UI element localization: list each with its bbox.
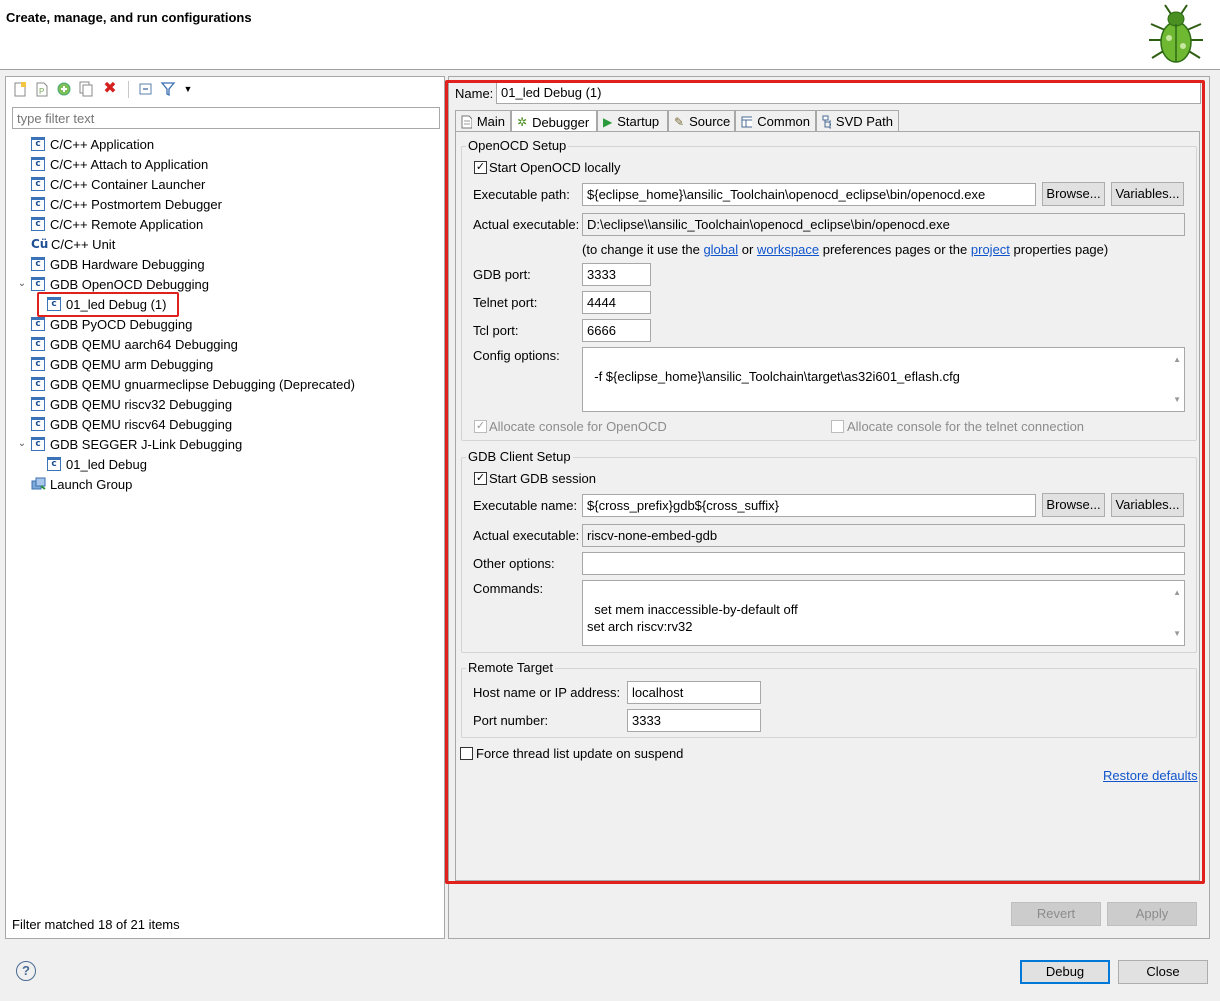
bug-icon (1149, 4, 1203, 63)
tree-item[interactable]: c GDB OpenOCD Debugging (31, 274, 209, 294)
tree-item[interactable]: c C/C++ Application (31, 134, 154, 154)
c-config-icon: c (31, 437, 45, 451)
tree-item[interactable]: c C/C++ Postmortem Debugger (31, 194, 222, 214)
tree-item[interactable]: Cü C/C++ Unit (31, 234, 115, 254)
tree-item-label: GDB QEMU riscv64 Debugging (50, 416, 233, 432)
c-config-icon: c (31, 157, 45, 171)
tree-item-label: C/C++ Container Launcher (50, 176, 206, 192)
collapse-all-icon[interactable] (138, 81, 154, 97)
c-config-icon: c (31, 137, 45, 151)
new-config-icon[interactable] (12, 81, 28, 97)
tree-item[interactable]: c GDB SEGGER J-Link Debugging (31, 434, 242, 454)
tree-item[interactable]: c C/C++ Attach to Application (31, 154, 208, 174)
toolbar-separator (128, 81, 129, 98)
tree-item[interactable]: c GDB QEMU riscv32 Debugging (31, 394, 232, 414)
tree-item-label: C/C++ Unit (51, 236, 116, 252)
delete-config-icon[interactable]: ✖ (102, 81, 118, 97)
export-config-icon[interactable] (56, 81, 72, 97)
dialog-header: Create, manage, and run configurations (0, 0, 1220, 70)
revert-button[interactable]: Revert (1011, 902, 1101, 926)
c-unit-icon: Cü (31, 237, 49, 251)
tree-item[interactable]: c GDB QEMU gnuarmeclipse Debugging (Depre… (31, 374, 355, 394)
tree-item[interactable]: c GDB PyOCD Debugging (31, 314, 192, 334)
filter-icon[interactable] (160, 81, 176, 97)
c-config-icon: c (31, 337, 45, 351)
chevron-down-icon[interactable]: ⌄ (16, 278, 28, 289)
new-prototype-icon[interactable]: P (34, 81, 50, 97)
apply-button[interactable]: Apply (1107, 902, 1197, 926)
c-config-icon: c (47, 457, 61, 471)
c-config-icon: c (31, 417, 45, 431)
tree-item-label: 01_led Debug (66, 456, 147, 472)
tree-item-label: GDB QEMU riscv32 Debugging (50, 396, 233, 412)
svg-text:P: P (39, 87, 44, 96)
c-config-icon: c (31, 177, 45, 191)
c-config-icon: c (31, 317, 45, 331)
help-icon[interactable]: ? (16, 961, 36, 981)
c-config-icon: c (31, 357, 45, 371)
filter-input[interactable] (12, 107, 440, 129)
c-config-icon: c (31, 277, 45, 291)
duplicate-config-icon[interactable] (78, 81, 94, 97)
tree-item-label: GDB PyOCD Debugging (50, 316, 193, 332)
tree-item-label: Launch Group (50, 476, 133, 492)
filter-status: Filter matched 18 of 21 items (12, 917, 180, 932)
tree-item[interactable]: c GDB Hardware Debugging (31, 254, 205, 274)
tree-item-label: C/C++ Attach to Application (50, 156, 209, 172)
config-toolbar: P ✖ ▼ (6, 77, 444, 103)
selection-highlight-box (37, 292, 179, 317)
close-button[interactable]: Close (1118, 960, 1208, 984)
tree-item[interactable]: c GDB QEMU riscv64 Debugging (31, 414, 232, 434)
tree-item-label: C/C++ Postmortem Debugger (50, 196, 222, 212)
config-list-panel: P ✖ ▼ c C/C++ Application c C/C++ Attach t… (5, 76, 445, 939)
tree-item[interactable]: c C/C++ Container Launcher (31, 174, 205, 194)
tree-item-label: GDB OpenOCD Debugging (50, 276, 209, 292)
tree-item-label: C/C++ Remote Application (50, 216, 204, 232)
tree-item[interactable]: c GDB QEMU aarch64 Debugging (31, 334, 238, 354)
chevron-down-icon[interactable]: ⌄ (16, 438, 28, 449)
c-config-icon: c (31, 197, 45, 211)
c-config-icon: c (31, 257, 45, 271)
tree-item[interactable]: c 01_led Debug (47, 454, 147, 474)
filter-dropdown-icon[interactable]: ▼ (180, 81, 196, 97)
tree-item[interactable]: c C/C++ Remote Application (31, 214, 203, 234)
launch-group-icon (31, 477, 46, 490)
c-config-icon: c (31, 377, 45, 391)
debugger-highlight-box (445, 80, 1205, 884)
tree-item[interactable]: c GDB QEMU arm Debugging (31, 354, 213, 374)
tree-item-label: GDB SEGGER J-Link Debugging (50, 436, 243, 452)
c-config-icon: c (31, 217, 45, 231)
c-config-icon: c (31, 397, 45, 411)
tree-item[interactable]: Launch Group (31, 474, 132, 494)
debug-button[interactable]: Debug (1020, 960, 1110, 984)
tree-item-label: C/C++ Application (50, 136, 155, 152)
tree-item-label: GDB QEMU arm Debugging (50, 356, 214, 372)
tree-item-label: GDB Hardware Debugging (50, 256, 205, 272)
tree-item-label: GDB QEMU aarch64 Debugging (50, 336, 238, 352)
tree-item-label: GDB QEMU gnuarmeclipse Debugging (Deprec… (50, 376, 355, 392)
dialog-title: Create, manage, and run configurations (6, 10, 252, 25)
